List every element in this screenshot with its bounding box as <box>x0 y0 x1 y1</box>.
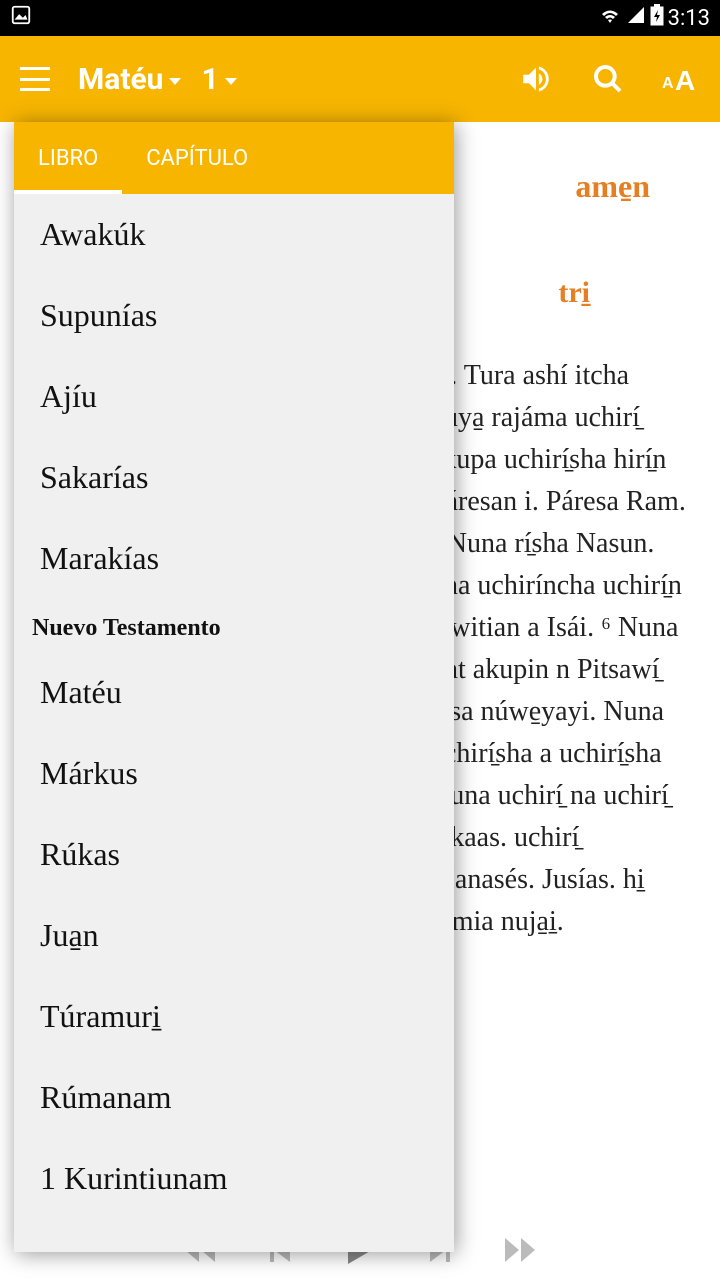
caret-down-icon <box>169 78 181 85</box>
list-item[interactable]: Rúmanam <box>14 1057 454 1138</box>
tab-libro-label: LIBRO <box>38 146 98 171</box>
signal-icon <box>626 5 646 31</box>
battery-icon <box>650 4 664 32</box>
list-item[interactable]: Jua̱n <box>14 895 454 976</box>
tab-capitulo-label: CAPÍTULO <box>146 146 248 171</box>
book-label: Matéu <box>78 62 163 97</box>
status-time: 3:13 <box>668 6 710 31</box>
status-bar: 3:13 <box>0 0 720 36</box>
text-size-icon[interactable]: AA <box>660 59 700 99</box>
tab-capitulo[interactable]: CAPÍTULO <box>122 122 272 194</box>
book-selector[interactable]: Matéu <box>78 62 181 97</box>
svg-text:A: A <box>662 75 674 92</box>
list-item[interactable]: Márkus <box>14 733 454 814</box>
list-item[interactable]: Awakúk <box>14 194 454 275</box>
section-header: Nuevo Testamento <box>14 599 454 652</box>
search-icon[interactable] <box>588 59 628 99</box>
tabs: LIBRO CAPÍTULO <box>14 122 454 194</box>
list-item[interactable]: 1 Kurintiunam <box>14 1138 454 1219</box>
chapter-selector[interactable]: 1 <box>201 62 236 97</box>
caret-down-icon <box>225 78 237 85</box>
speaker-icon[interactable] <box>516 59 556 99</box>
skip-forward-icon[interactable] <box>500 1230 540 1270</box>
wifi-icon <box>598 5 622 31</box>
chapter-label: 1 <box>201 62 218 97</box>
book-list[interactable]: Awakúk Supunías Ajíu Sakarías Marakías N… <box>14 194 454 1252</box>
toolbar: Matéu 1 AA <box>0 36 720 122</box>
image-icon <box>10 4 32 32</box>
list-item[interactable]: Supunías <box>14 275 454 356</box>
svg-text:A: A <box>675 65 695 94</box>
list-item[interactable]: Rúkas <box>14 814 454 895</box>
list-item[interactable]: Túramuri̱ <box>14 976 454 1057</box>
tab-libro[interactable]: LIBRO <box>14 122 122 194</box>
list-item[interactable]: Marakías <box>14 518 454 599</box>
book-dropdown: LIBRO CAPÍTULO Awakúk Supunías Ajíu Saka… <box>14 122 454 1252</box>
list-item[interactable]: Matéu <box>14 652 454 733</box>
list-item[interactable]: Ajíu <box>14 356 454 437</box>
list-item[interactable]: Sakarías <box>14 437 454 518</box>
menu-icon[interactable] <box>20 67 50 91</box>
